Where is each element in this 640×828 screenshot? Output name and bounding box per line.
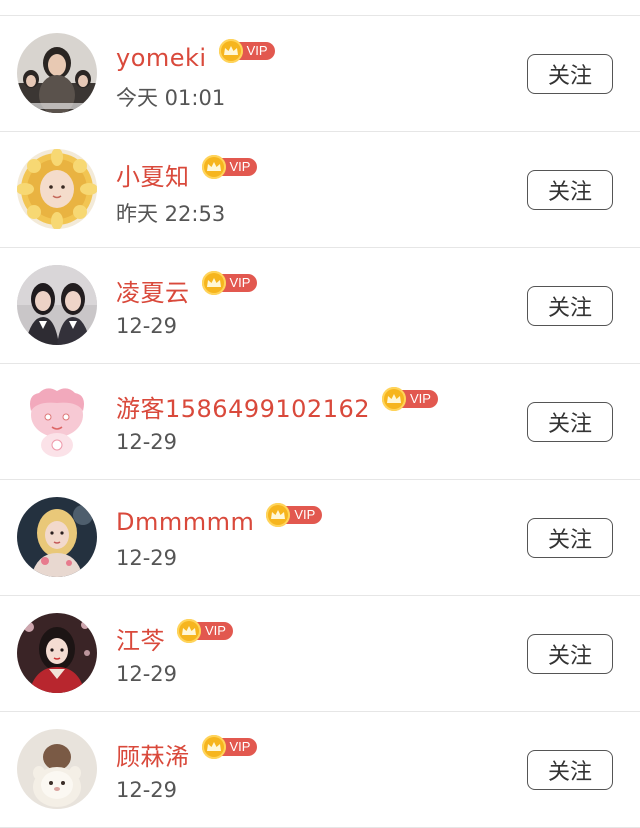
avatar[interactable] — [17, 497, 97, 577]
avatar[interactable] — [17, 381, 97, 461]
timestamp: 12-29 — [116, 314, 178, 338]
crown-icon — [201, 271, 226, 295]
timestamp: 12-29 — [116, 662, 178, 686]
avatar[interactable] — [17, 729, 97, 809]
user-name[interactable]: 江芩 — [116, 621, 165, 656]
list-item[interactable]: 江芩 VIP 12-29 关注 — [0, 596, 640, 712]
timestamp: 12-29 — [116, 546, 178, 570]
name-line: Dmmmmm VIP — [116, 502, 323, 542]
crown-icon — [201, 155, 226, 179]
vip-badge: VIP — [201, 271, 258, 295]
timestamp: 12-29 — [116, 778, 178, 802]
user-name[interactable]: 凌夏云 — [116, 273, 190, 308]
avatar[interactable] — [17, 265, 97, 345]
follow-button[interactable]: 关注 — [527, 286, 613, 326]
timestamp: 昨天 22:53 — [116, 202, 226, 226]
vip-label: VIP — [284, 506, 323, 524]
avatar[interactable] — [17, 613, 97, 693]
name-line: 游客1586499102162 VIP — [116, 386, 438, 426]
vip-badge: VIP — [266, 503, 323, 527]
vip-badge: VIP — [177, 619, 233, 643]
list-item[interactable]: 顾菻浠 VIP 12-29 关注 — [0, 712, 640, 828]
vip-badge: VIP — [201, 155, 258, 179]
timestamp: 12-29 — [116, 430, 178, 454]
list-item[interactable]: 游客1586499102162 VIP 12-29 关注 — [0, 364, 640, 480]
follow-button[interactable]: 关注 — [527, 518, 613, 558]
avatar[interactable] — [17, 33, 97, 113]
vip-badge: VIP — [201, 735, 258, 759]
name-line: 小夏知 VIP — [116, 154, 258, 194]
list-item[interactable]: 凌夏云 VIP 12-29 关注 — [0, 248, 640, 364]
follow-button[interactable]: 关注 — [527, 750, 613, 790]
list-item[interactable]: yomeki VIP 今天 01:01 关注 — [0, 16, 640, 132]
crown-icon — [201, 735, 226, 759]
list-item[interactable]: Dmmmmm VIP 12-29 关注 — [0, 480, 640, 596]
list-item[interactable]: 小夏知 VIP 昨天 22:53 关注 — [0, 132, 640, 248]
user-name[interactable]: 游客1586499102162 — [116, 389, 370, 424]
follow-button[interactable]: 关注 — [527, 170, 613, 210]
name-line: 顾菻浠 VIP — [116, 734, 258, 774]
user-name[interactable]: Dmmmmm — [116, 508, 254, 536]
user-name[interactable]: 小夏知 — [116, 157, 190, 192]
follow-button[interactable]: 关注 — [527, 54, 613, 94]
avatar[interactable] — [17, 149, 97, 229]
name-line: 江芩 VIP — [116, 618, 233, 658]
name-line: 凌夏云 VIP — [116, 270, 258, 310]
crown-icon — [177, 619, 201, 643]
user-name[interactable]: yomeki — [116, 44, 207, 72]
follow-button[interactable]: 关注 — [527, 634, 613, 674]
name-line: yomeki VIP — [116, 38, 275, 78]
crown-icon — [218, 39, 243, 63]
vip-badge: VIP — [218, 39, 275, 63]
timestamp: 今天 01:01 — [116, 86, 226, 110]
follower-list: yomeki VIP 今天 01:01 关注 小夏知 VIP 昨天 22:53 … — [0, 15, 640, 828]
crown-icon — [382, 387, 407, 411]
user-name[interactable]: 顾菻浠 — [116, 737, 190, 772]
follow-button[interactable]: 关注 — [527, 402, 613, 442]
vip-badge: VIP — [382, 387, 438, 411]
